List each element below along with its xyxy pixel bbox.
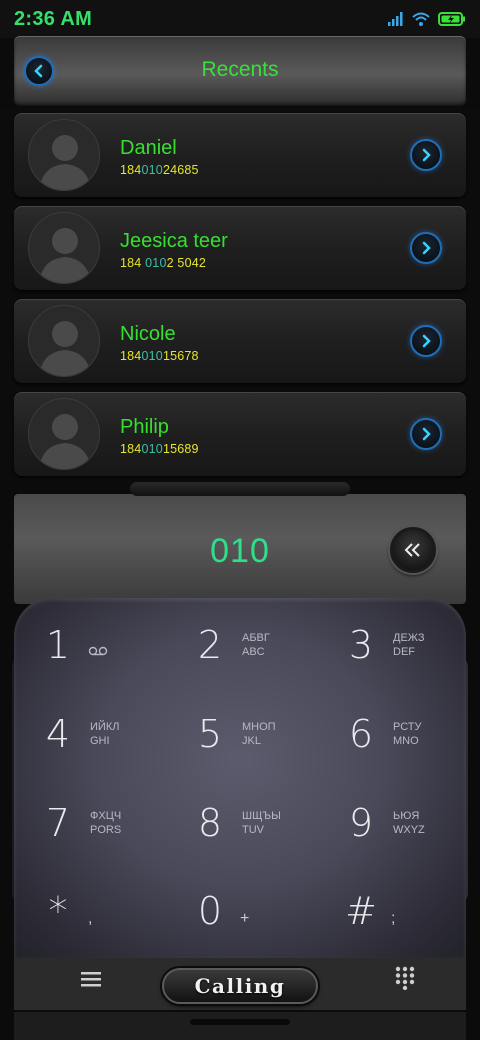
key-1[interactable]: 1 [40,610,190,680]
key-9[interactable]: 9 ЬЮЯ WXYZ [343,788,480,858]
recent-contact-item[interactable]: Jeesica teer 184 0102 5042 [14,206,466,290]
contact-detail-button[interactable] [410,418,442,450]
status-bar: 2:36 AM [0,0,480,38]
signal-icon [388,12,403,26]
battery-charging-icon [438,12,465,26]
page-title: Recents [201,58,279,81]
person-icon [39,135,91,190]
chevron-right-icon [422,427,431,441]
contact-number: 18401015689 [120,442,199,456]
avatar [28,119,100,191]
key-digit: 8 [197,801,223,845]
person-icon [39,228,91,283]
contact-name: Jeesica teer [120,230,228,252]
navigation-bar [14,1012,466,1040]
key-letters: ИЙКЛ GHI [90,721,120,747]
key-0[interactable]: 0 + [192,876,342,946]
key-sub-symbol: + [240,910,250,927]
key-2[interactable]: 2 АБВГ ABC [192,610,342,680]
recents-header: Recents [14,36,466,106]
key-star[interactable]: * , [40,876,190,946]
avatar [28,305,100,377]
key-letters: ДЕЖЗ DEF [393,632,425,658]
contact-number: 18401024685 [120,163,199,177]
key-5[interactable]: 5 МНОП JKL [192,699,342,769]
contact-name: Philip [120,416,169,438]
key-letters: РСТУ MNO [393,721,422,747]
key-digit: 1 [45,623,71,667]
voicemail-icon [88,646,108,656]
person-icon [39,414,91,469]
avatar [28,212,100,284]
person-icon [39,321,91,376]
contact-number: 18401015678 [120,349,199,363]
chevron-right-icon [422,241,431,255]
key-3[interactable]: 3 ДЕЖЗ DEF [343,610,480,680]
key-digit: 9 [348,801,374,845]
home-indicator[interactable] [190,1019,290,1025]
key-sub-symbol: ; [391,910,396,927]
key-letters: АБВГ ABC [242,632,270,658]
dialpad-grid-icon[interactable] [394,966,420,992]
key-digit: 7 [45,801,71,845]
chevron-right-icon [422,148,431,162]
key-sub-symbol: , [88,910,93,927]
status-icons [388,12,466,26]
double-chevron-left-icon [404,543,420,557]
recent-contact-item[interactable]: Philip 18401015689 [14,392,466,476]
contact-detail-button[interactable] [410,325,442,357]
recent-contact-item[interactable]: Daniel 18401024685 [14,113,466,197]
status-time: 2:36 AM [14,7,93,30]
backspace-button[interactable] [390,527,436,573]
chevron-right-icon [422,334,431,348]
key-digit: 4 [45,712,71,756]
key-letters: ФХЦЧ PORS [90,810,122,836]
key-digit: 6 [348,712,374,756]
key-digit: 5 [197,712,223,756]
key-letters: ЬЮЯ WXYZ [393,810,425,836]
menu-icon[interactable] [78,966,104,992]
key-4[interactable]: 4 ИЙКЛ GHI [40,699,190,769]
contact-name: Nicole [120,323,176,345]
key-letters: МНОП JKL [242,721,276,747]
key-digit: 2 [197,623,223,667]
wifi-icon [412,12,430,26]
key-digit: * [48,889,68,933]
key-7[interactable]: 7 ФХЦЧ PORS [40,788,190,858]
key-6[interactable]: 6 РСТУ MNO [343,699,480,769]
key-digit: 0 [197,889,223,933]
contact-name: Daniel [120,137,177,159]
contact-number: 184 0102 5042 [120,256,207,270]
key-8[interactable]: 8 ШЩЪЫ TUV [192,788,342,858]
panel-notch [130,482,350,496]
key-digit: # [345,889,377,933]
key-letters: ШЩЪЫ TUV [242,810,281,836]
contact-detail-button[interactable] [410,232,442,264]
calling-label: Calling [194,974,286,998]
avatar [28,398,100,470]
key-digit: 3 [348,623,374,667]
calling-button[interactable]: Calling [162,968,318,1004]
recent-contact-item[interactable]: Nicole 18401015678 [14,299,466,383]
contact-detail-button[interactable] [410,139,442,171]
key-hash[interactable]: # ; [343,876,480,946]
